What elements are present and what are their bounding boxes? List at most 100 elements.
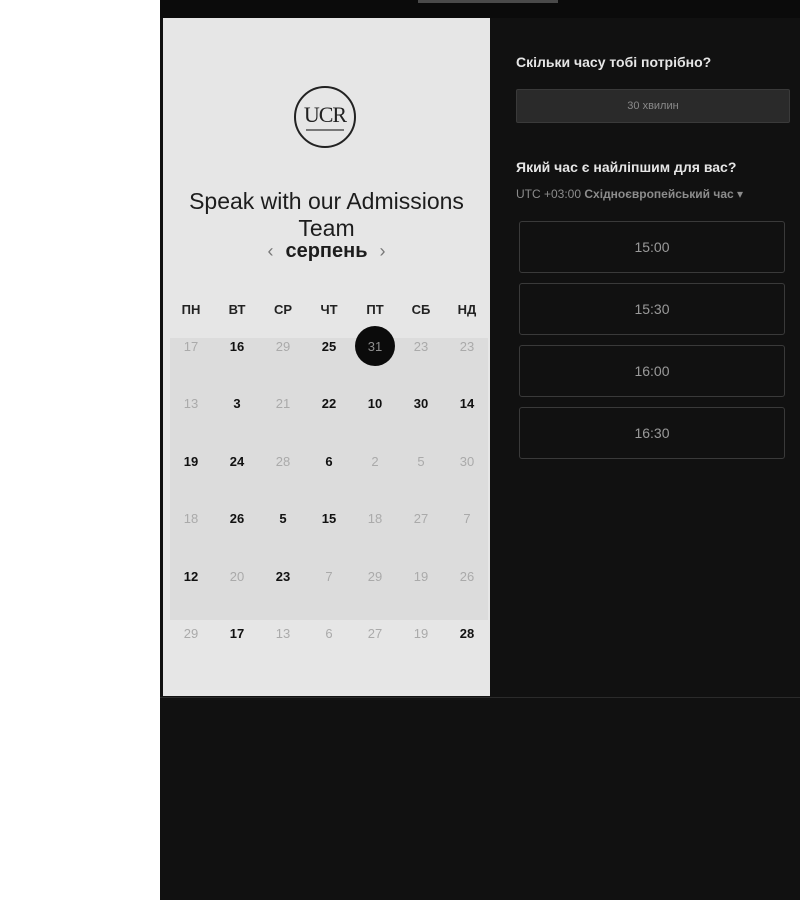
calendar-day-cell: 23 bbox=[398, 333, 444, 391]
timezone-name: Східноєвропейський час bbox=[584, 187, 734, 201]
calendar-day-cell: 12 bbox=[168, 563, 214, 621]
calendar-day: 30 bbox=[459, 453, 475, 469]
calendar-day: 29 bbox=[183, 626, 199, 642]
logo-text: UCR bbox=[303, 101, 347, 127]
calendar-day: 7 bbox=[325, 568, 333, 584]
calendar-day-cell: 23 bbox=[260, 563, 306, 621]
calendar-day-cell: 6 bbox=[306, 448, 352, 506]
calendar-day-cell: 31 bbox=[352, 326, 398, 391]
calendar-day: 23 bbox=[459, 338, 475, 354]
calendar-day: 2 bbox=[371, 453, 379, 469]
calendar-day-cell: 17 bbox=[168, 333, 214, 391]
top-bar-strip bbox=[418, 0, 558, 3]
calendar-day-cell: 22 bbox=[306, 391, 352, 449]
calendar-day[interactable]: 5 bbox=[279, 506, 286, 532]
calendar-day-cell: 25 bbox=[306, 333, 352, 391]
calendar-day-cell: 23 bbox=[444, 333, 490, 391]
prev-month-icon[interactable]: ‹ bbox=[267, 241, 273, 262]
duration-select[interactable]: 30 хвилин bbox=[516, 89, 790, 123]
duration-question: Скільки часу тобі потрібно? bbox=[516, 54, 712, 70]
time-slot-button[interactable]: 15:30 bbox=[519, 283, 785, 335]
time-slot-list: 15:00 15:30 16:00 16:30 bbox=[519, 221, 785, 469]
calendar-day-cell: 26 bbox=[214, 506, 260, 564]
calendar-day: 23 bbox=[413, 338, 429, 354]
month-navigation: ‹ серпень › bbox=[163, 240, 490, 263]
calendar-day[interactable]: 28 bbox=[460, 621, 474, 647]
calendar-day-cell: 2 bbox=[352, 448, 398, 506]
time-slot-button[interactable]: 16:00 bbox=[519, 345, 785, 397]
calendar-day: 18 bbox=[183, 511, 199, 527]
calendar-day-cell: 17 bbox=[214, 621, 260, 679]
calendar-day[interactable]: 30 bbox=[414, 391, 428, 417]
calendar-day: 27 bbox=[367, 626, 383, 642]
calendar-day-cell: 7 bbox=[306, 563, 352, 621]
calendar-day-cell: 13 bbox=[168, 391, 214, 449]
calendar-day-cell: 3 bbox=[214, 391, 260, 449]
timezone-offset: UTC +03:00 bbox=[516, 187, 582, 201]
calendar-day: 21 bbox=[275, 396, 291, 412]
calendar-day[interactable]: 16 bbox=[230, 333, 244, 359]
calendar-day-cell: 26 bbox=[444, 563, 490, 621]
calendar-day-cell: 29 bbox=[168, 621, 214, 679]
calendar-day-cell: 29 bbox=[352, 563, 398, 621]
calendar-day: 20 bbox=[229, 568, 245, 584]
calendar-day-cell: 18 bbox=[168, 506, 214, 564]
calendar-day: 28 bbox=[275, 453, 291, 469]
calendar-day[interactable]: 23 bbox=[276, 563, 290, 589]
calendar-day-cell: 29 bbox=[260, 333, 306, 391]
calendar-day-cell: 16 bbox=[214, 333, 260, 391]
calendar-day-cell: 18 bbox=[352, 506, 398, 564]
calendar-day[interactable]: 22 bbox=[322, 391, 336, 417]
weekday-thu: ЧТ bbox=[320, 302, 338, 317]
calendar-day[interactable]: 10 bbox=[368, 391, 382, 417]
calendar-day: 7 bbox=[463, 511, 471, 527]
next-month-icon[interactable]: › bbox=[380, 241, 386, 262]
content-divider bbox=[160, 697, 800, 698]
calendar-day-cell: 28 bbox=[444, 621, 490, 679]
calendar-panel: UCR Speak with our Admissions Team ‹ сер… bbox=[163, 18, 490, 696]
calendar-day[interactable]: 25 bbox=[322, 333, 336, 359]
weekday-wed: СР bbox=[273, 302, 293, 317]
calendar-day-selected[interactable]: 31 bbox=[355, 326, 395, 366]
timezone-select[interactable]: UTC +03:00 Східноєвропейський час ▾ bbox=[516, 187, 743, 201]
calendar-day: 13 bbox=[275, 626, 291, 642]
calendar-day: 29 bbox=[275, 338, 291, 354]
calendar-day-cell: 10 bbox=[352, 391, 398, 449]
ucr-logo: UCR bbox=[294, 86, 356, 148]
calendar-day[interactable]: 19 bbox=[184, 448, 198, 474]
time-question: Який час є найліпшим для вас? bbox=[516, 159, 737, 175]
weekday-tue: ВТ bbox=[228, 302, 246, 317]
calendar-day: 6 bbox=[325, 626, 333, 642]
calendar-day[interactable]: 17 bbox=[230, 621, 244, 647]
page-title: Speak with our Admissions Team bbox=[189, 188, 464, 241]
time-slot-button[interactable]: 16:30 bbox=[519, 407, 785, 459]
logo-underline bbox=[306, 128, 344, 131]
calendar-day-cell: 30 bbox=[398, 391, 444, 449]
calendar-day-cell: 14 bbox=[444, 391, 490, 449]
weekday-sun: НД bbox=[457, 302, 477, 317]
weekday-fri: ПТ bbox=[366, 302, 384, 317]
calendar-day[interactable]: 15 bbox=[322, 506, 336, 532]
calendar-day-cell: 19 bbox=[398, 621, 444, 679]
calendar-day[interactable]: 6 bbox=[325, 448, 332, 474]
weekday-header: ПН ВТ СР ЧТ ПТ СБ НД bbox=[168, 302, 490, 317]
calendar-day[interactable]: 24 bbox=[230, 448, 244, 474]
calendar-day-cell: 7 bbox=[444, 506, 490, 564]
calendar-day: 26 bbox=[459, 568, 475, 584]
time-slot-button[interactable]: 15:00 bbox=[519, 221, 785, 273]
calendar-day-cell: 24 bbox=[214, 448, 260, 506]
month-label: серпень bbox=[285, 240, 368, 262]
calendar-day: 29 bbox=[367, 568, 383, 584]
calendar-day[interactable]: 3 bbox=[233, 391, 240, 417]
calendar-day-cell: 15 bbox=[306, 506, 352, 564]
calendar-day[interactable]: 14 bbox=[460, 391, 474, 417]
calendar-day: 18 bbox=[367, 511, 383, 527]
calendar-day: 27 bbox=[413, 511, 429, 527]
calendar-day-cell: 19 bbox=[398, 563, 444, 621]
calendar-day-cell: 5 bbox=[260, 506, 306, 564]
calendar-day: 5 bbox=[417, 453, 425, 469]
calendar-day[interactable]: 26 bbox=[230, 506, 244, 532]
weekday-sat: СБ bbox=[411, 302, 431, 317]
calendar-day-cell: 13 bbox=[260, 621, 306, 679]
calendar-day[interactable]: 12 bbox=[184, 563, 198, 589]
